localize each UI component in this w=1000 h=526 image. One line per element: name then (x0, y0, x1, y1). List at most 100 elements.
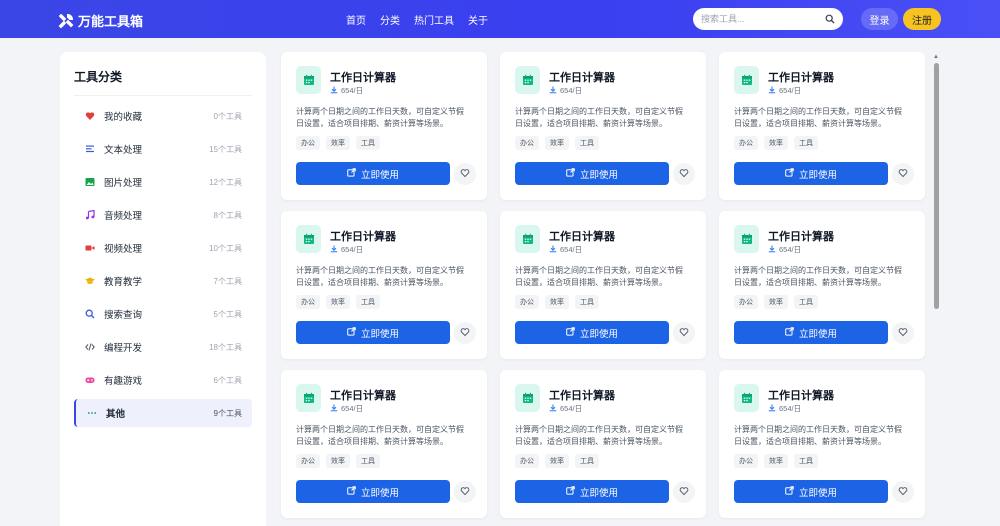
card-download-count: 654/日 (768, 244, 801, 255)
card-tags: 办公 效率 工具 (515, 295, 605, 309)
scroll-up-arrow-icon[interactable]: ▲ (932, 54, 940, 60)
external-link-icon (785, 326, 799, 339)
tool-card[interactable]: 工作日计算器 654/日 计算两个日期之间的工作日天数，可自定义节假 日设置，适合项目… (500, 52, 706, 200)
favorite-button[interactable] (892, 163, 914, 185)
nav-hot-tools[interactable]: 热门工具 (414, 12, 454, 27)
download-icon (768, 404, 779, 414)
use-now-button[interactable]: 立即使用 (515, 321, 669, 344)
download-count-text: 654/日 (779, 404, 802, 413)
tool-card[interactable]: 工作日计算器 654/日 计算两个日期之间的工作日天数，可自定义节假 日设置，适合项目… (281, 211, 487, 359)
code-icon (84, 341, 96, 353)
favorite-button[interactable] (673, 322, 695, 344)
tool-card[interactable]: 工作日计算器 654/日 计算两个日期之间的工作日天数，可自定义节假 日设置，适合项目… (281, 370, 487, 518)
register-button[interactable]: 注册 (903, 8, 941, 30)
tool-card[interactable]: 工作日计算器 654/日 计算两个日期之间的工作日天数，可自定义节假 日设置，适合项目… (281, 52, 487, 200)
external-link-icon (347, 485, 361, 498)
tool-card[interactable]: 工作日计算器 654/日 计算两个日期之间的工作日天数，可自定义节假 日设置，适合项目… (719, 211, 925, 359)
sidebar-item-image[interactable]: 图片处理 12个工具 (74, 168, 252, 196)
favorite-button[interactable] (892, 481, 914, 503)
login-button[interactable]: 登录 (861, 8, 898, 30)
scrollbar[interactable]: ▲ (932, 54, 940, 526)
search-icon[interactable] (825, 14, 835, 24)
tag[interactable]: 效率 (764, 136, 788, 150)
scrollbar-thumb[interactable] (934, 63, 939, 309)
tool-card[interactable]: 工作日计算器 654/日 计算两个日期之间的工作日天数，可自定义节假 日设置，适合项目… (719, 52, 925, 200)
use-now-button[interactable]: 立即使用 (734, 480, 888, 503)
tag[interactable]: 效率 (545, 454, 569, 468)
tag[interactable]: 办公 (296, 295, 320, 309)
tag[interactable]: 工具 (575, 295, 599, 309)
tag[interactable]: 效率 (764, 454, 788, 468)
tag[interactable]: 办公 (515, 454, 539, 468)
tag[interactable]: 办公 (734, 295, 758, 309)
tool-card[interactable]: 工作日计算器 654/日 计算两个日期之间的工作日天数，可自定义节假 日设置，适合项目… (719, 370, 925, 518)
tag[interactable]: 效率 (326, 295, 350, 309)
tag[interactable]: 办公 (296, 454, 320, 468)
use-now-button[interactable]: 立即使用 (296, 480, 450, 503)
tag[interactable]: 效率 (764, 295, 788, 309)
nav-categories[interactable]: 分类 (380, 12, 400, 27)
nav-about[interactable]: 关于 (468, 12, 488, 27)
sidebar-item-count: 15个工具 (209, 144, 242, 154)
tool-card[interactable]: 工作日计算器 654/日 计算两个日期之间的工作日天数，可自定义节假 日设置，适合项目… (500, 370, 706, 518)
favorite-button[interactable] (673, 163, 695, 185)
tag[interactable]: 效率 (545, 295, 569, 309)
sidebar-item-search[interactable]: 搜索查询 5个工具 (74, 300, 252, 328)
favorite-button[interactable] (454, 481, 476, 503)
sidebar-item-audio[interactable]: 音频处理 8个工具 (74, 201, 252, 229)
calendar-icon (734, 384, 759, 412)
favorite-button[interactable] (454, 322, 476, 344)
use-now-button[interactable]: 立即使用 (734, 321, 888, 344)
tag[interactable]: 工具 (794, 295, 818, 309)
tag[interactable]: 工具 (575, 136, 599, 150)
tag[interactable]: 工具 (356, 295, 380, 309)
search-input[interactable] (701, 14, 825, 24)
sidebar-item-label: 教育教学 (104, 277, 143, 288)
tag[interactable]: 办公 (734, 136, 758, 150)
sidebar-item-games[interactable]: 有趣游戏 6个工具 (74, 366, 252, 394)
tag[interactable]: 工具 (356, 136, 380, 150)
use-now-button[interactable]: 立即使用 (515, 480, 669, 503)
heart-outline-icon (679, 324, 689, 342)
heart-outline-icon (460, 324, 470, 342)
favorite-button[interactable] (673, 481, 695, 503)
sidebar-item-programming[interactable]: 编程开发 18个工具 (74, 333, 252, 361)
external-link-icon (566, 485, 580, 498)
tag[interactable]: 办公 (515, 295, 539, 309)
favorite-button[interactable] (892, 322, 914, 344)
sidebar-item-label: 音频处理 (104, 211, 143, 222)
tool-card[interactable]: 工作日计算器 654/日 计算两个日期之间的工作日天数，可自定义节假 日设置，适合项目… (500, 211, 706, 359)
calendar-icon (734, 66, 759, 94)
tag[interactable]: 工具 (794, 454, 818, 468)
site-logo[interactable]: 万能工具箱 (58, 11, 143, 30)
calendar-icon (296, 384, 321, 412)
card-tags: 办公 效率 工具 (296, 136, 386, 150)
sidebar-item-video[interactable]: 视频处理 10个工具 (74, 234, 252, 262)
tag[interactable]: 工具 (356, 454, 380, 468)
sidebar-item-label: 我的收藏 (104, 112, 143, 123)
use-now-button[interactable]: 立即使用 (734, 162, 888, 185)
use-now-button[interactable]: 立即使用 (296, 162, 450, 185)
tag[interactable]: 办公 (296, 136, 320, 150)
sidebar-item-count: 5个工具 (213, 309, 242, 319)
tag[interactable]: 效率 (326, 136, 350, 150)
gamepad-icon (84, 374, 96, 386)
favorite-button[interactable] (454, 163, 476, 185)
use-now-button[interactable]: 立即使用 (515, 162, 669, 185)
tag[interactable]: 工具 (575, 454, 599, 468)
sidebar-item-education[interactable]: 教育教学 7个工具 (74, 267, 252, 295)
card-description: 计算两个日期之间的工作日天数，可自定义节假 日设置，适合项目排期、薪资计算等场景。 (734, 424, 914, 448)
tag[interactable]: 办公 (734, 454, 758, 468)
nav-home[interactable]: 首页 (346, 12, 366, 27)
use-now-label: 立即使用 (798, 328, 837, 340)
tag[interactable]: 效率 (326, 454, 350, 468)
sidebar-item-favorites[interactable]: 我的收藏 0个工具 (74, 102, 252, 130)
tag[interactable]: 办公 (515, 136, 539, 150)
tag[interactable]: 效率 (545, 136, 569, 150)
sidebar-item-label: 编程开发 (104, 343, 143, 354)
download-icon (330, 86, 341, 96)
sidebar-item-text[interactable]: 文本处理 15个工具 (74, 135, 252, 163)
use-now-button[interactable]: 立即使用 (296, 321, 450, 344)
tag[interactable]: 工具 (794, 136, 818, 150)
sidebar-item-other[interactable]: 其他 9个工具 (74, 399, 252, 427)
